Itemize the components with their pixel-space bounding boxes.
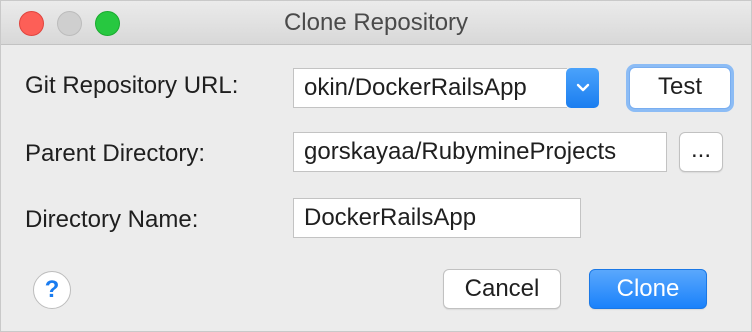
git-url-label: Git Repository URL: bbox=[25, 72, 239, 99]
parent-directory-field[interactable]: gorskayaa/RubymineProjects bbox=[293, 132, 667, 172]
title-bar: Clone Repository bbox=[1, 1, 751, 45]
directory-name-label: Directory Name: bbox=[25, 206, 199, 233]
test-button[interactable]: Test bbox=[629, 67, 731, 109]
git-url-combobox[interactable]: okin/DockerRailsApp bbox=[293, 68, 567, 108]
clone-button[interactable]: Clone bbox=[589, 269, 707, 309]
clone-repository-dialog: Clone Repository Git Repository URL: oki… bbox=[0, 0, 752, 332]
browse-button[interactable]: ... bbox=[679, 132, 723, 172]
question-mark-icon: ? bbox=[44, 276, 60, 303]
directory-name-field[interactable]: DockerRailsApp bbox=[293, 198, 581, 238]
chevron-down-icon bbox=[576, 83, 589, 92]
help-button[interactable]: ? bbox=[33, 271, 71, 309]
window-title: Clone Repository bbox=[283, 9, 469, 36]
git-url-dropdown-button[interactable] bbox=[566, 68, 599, 108]
cancel-button[interactable]: Cancel bbox=[443, 269, 561, 309]
parent-directory-label: Parent Directory: bbox=[25, 140, 206, 167]
